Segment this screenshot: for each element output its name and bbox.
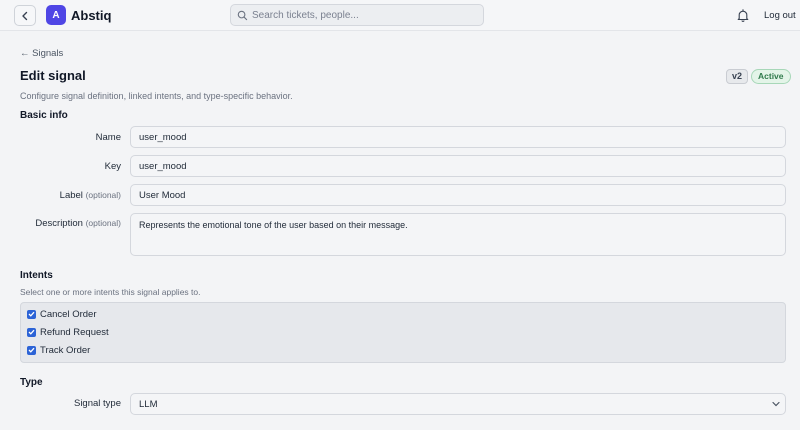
label-field[interactable]: User Mood (130, 184, 786, 206)
key-label: Key (104, 161, 121, 172)
label-label: Label (optional) (30, 190, 121, 201)
chevron-left-icon (22, 11, 28, 20)
page-title: Edit signal (20, 68, 86, 83)
signal-type-label: Signal type (73, 398, 121, 409)
chevron-down-icon (772, 401, 780, 407)
status-badge: Active (751, 69, 791, 84)
name-field[interactable]: user_mood (130, 126, 786, 148)
checkbox-checked-icon[interactable] (27, 345, 36, 355)
signal-type-value: LLM (139, 399, 158, 410)
intent-refund-request[interactable]: Refund Request (27, 326, 109, 338)
intent-track-order[interactable]: Track Order (27, 344, 90, 356)
section-basic-info: Basic info (20, 110, 68, 121)
intent-label: Cancel Order (40, 308, 97, 320)
bell-icon[interactable] (737, 9, 749, 22)
app-logo[interactable]: A (46, 5, 66, 25)
logout-link[interactable]: Log out (764, 10, 796, 21)
intents-list: Cancel Order Refund Request Track Order (20, 302, 786, 363)
intents-hint: Select one or more intents this signal a… (20, 287, 201, 297)
description-label: Description (optional) (20, 218, 121, 229)
description-optional-hint: (optional) (85, 218, 121, 228)
search-icon (237, 10, 248, 21)
key-field[interactable]: user_mood (130, 155, 786, 177)
intent-label: Track Order (40, 344, 91, 356)
version-badge: v2 (726, 69, 749, 84)
back-button[interactable] (14, 5, 36, 26)
name-label: Name (95, 132, 121, 143)
search-bar[interactable] (230, 4, 484, 26)
description-textarea[interactable]: Represents the emotional tone of the use… (130, 213, 786, 256)
checkbox-checked-icon[interactable] (27, 309, 36, 319)
intent-cancel-order[interactable]: Cancel Order (27, 308, 97, 320)
breadcrumb-signals[interactable]: ← Signals (20, 48, 63, 59)
label-label-text: Label (59, 190, 83, 201)
description-label-text: Description (35, 218, 83, 229)
page-subtitle: Configure signal definition, linked inte… (20, 91, 293, 101)
intent-label: Refund Request (40, 326, 109, 338)
search-input[interactable] (252, 5, 478, 25)
section-intents: Intents (20, 270, 53, 281)
label-optional-hint: (optional) (85, 190, 121, 200)
app-name[interactable]: Abstiq (71, 8, 111, 23)
top-bar: A Abstiq Log out (0, 0, 800, 31)
section-type: Type (20, 377, 43, 388)
signal-type-select[interactable]: LLM (130, 393, 786, 415)
checkbox-checked-icon[interactable] (27, 327, 36, 337)
